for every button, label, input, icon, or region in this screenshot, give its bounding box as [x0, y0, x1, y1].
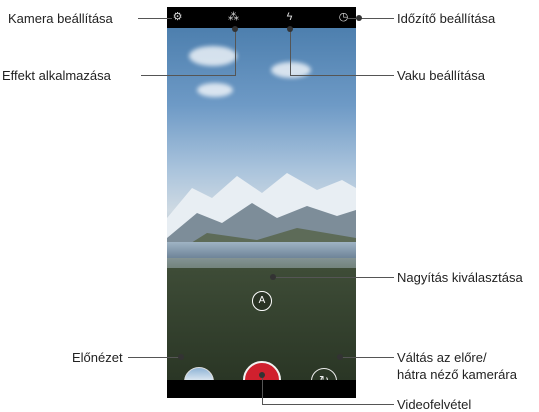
callout-line: [141, 75, 236, 76]
callout-line: [262, 404, 394, 405]
callout-dot: [232, 26, 238, 32]
callout-line: [340, 357, 394, 358]
zoom-button[interactable]: A: [252, 291, 272, 311]
callout-line: [273, 277, 394, 278]
callout-camera-settings: Kamera beállítása: [8, 11, 113, 26]
callout-apply-effect: Effekt alkalmazása: [2, 68, 111, 83]
callout-dot: [356, 15, 362, 21]
camera-viewfinder[interactable]: A ↻: [167, 28, 356, 380]
callout-zoom-select: Nagyítás kiválasztása: [397, 270, 523, 285]
callout-timer-settings: Időzítő beállítása: [397, 11, 496, 26]
callout-line: [235, 30, 236, 76]
callout-dot: [270, 274, 276, 280]
callout-line: [290, 75, 394, 76]
callout-preview: Előnézet: [72, 350, 123, 365]
callout-line: [128, 357, 181, 358]
effect-icon[interactable]: ⁂: [227, 11, 240, 24]
callout-line: [290, 30, 291, 76]
lake: [167, 242, 356, 258]
callout-dot: [259, 372, 265, 378]
cloud: [197, 83, 233, 97]
callout-line: [262, 376, 263, 405]
callout-dot: [287, 26, 293, 32]
callout-line: [138, 18, 172, 19]
callout-dot: [337, 354, 343, 360]
callout-switch-camera-line1: Váltás az elő​re/: [397, 350, 487, 365]
callout-flash-settings: Vaku beállítása: [397, 68, 485, 83]
callout-switch-camera-line2: hátra néző kamerára: [397, 367, 517, 382]
callout-line: [348, 18, 394, 19]
cloud: [189, 46, 237, 66]
callout-dot: [178, 354, 184, 360]
camera-top-bar: ⚙ ⁂ ϟ ◷: [167, 7, 356, 28]
callout-video-record: Videofelvétel: [397, 397, 472, 412]
flash-icon[interactable]: ϟ: [283, 11, 296, 24]
settings-gear-icon[interactable]: ⚙: [171, 11, 184, 24]
camera-screen: ⚙ ⁂ ϟ ◷ A ↻: [167, 7, 356, 398]
